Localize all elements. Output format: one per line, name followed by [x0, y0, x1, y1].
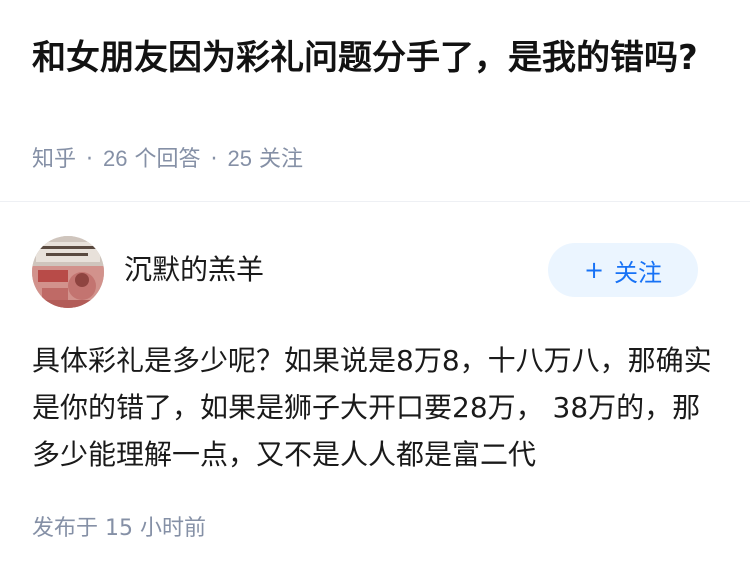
follower-count-unit: 关注 — [259, 147, 304, 172]
avatar-banknote-image — [32, 236, 104, 308]
author-name[interactable]: 沉默的羔羊 — [124, 250, 264, 290]
follower-count: 25 — [227, 146, 252, 171]
question-meta: 知乎 · 26 个回答 · 25 关注 — [32, 143, 303, 176]
follower-count-link[interactable]: 25 关注 — [227, 146, 304, 172]
meta-separator: · — [86, 147, 94, 172]
follow-button[interactable]: + 关注 — [548, 243, 698, 297]
author-avatar[interactable] — [32, 236, 104, 308]
answer-published-time: 发布于 15 小时前 — [32, 513, 206, 545]
question-header: 和女朋友因为彩礼问题分手了，是我的错吗? 知乎 · 26 个回答 · 25 关注 — [0, 0, 750, 200]
answer-count-link[interactable]: 26 个回答 — [103, 146, 201, 172]
plus-icon: + — [583, 256, 605, 284]
answer-content[interactable]: 具体彩礼是多少呢？如果说是8万8，十八万八，那确实是你的错了，如果是狮子大开口要… — [32, 337, 722, 478]
published-time: 15 小时前 — [105, 516, 207, 541]
source-label[interactable]: 知乎 — [32, 147, 76, 172]
answer-count: 26 — [103, 146, 128, 171]
published-prefix: 发布于 — [32, 516, 99, 541]
answer-count-unit: 个回答 — [134, 147, 201, 172]
meta-separator: · — [210, 147, 218, 172]
follow-button-label: 关注 — [614, 258, 663, 287]
section-divider — [0, 201, 750, 202]
question-title[interactable]: 和女朋友因为彩礼问题分手了，是我的错吗? — [32, 34, 712, 83]
